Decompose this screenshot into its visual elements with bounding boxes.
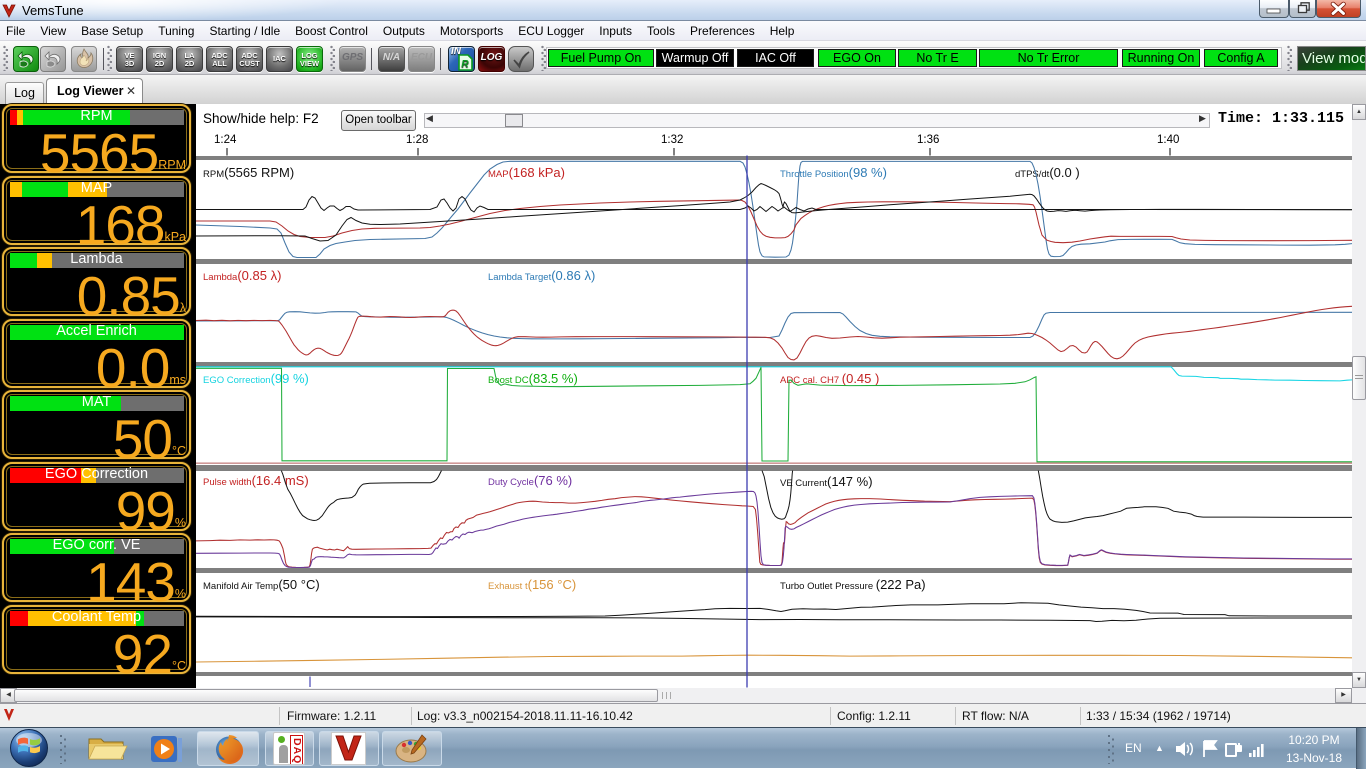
svg-text:R: R xyxy=(461,59,469,70)
